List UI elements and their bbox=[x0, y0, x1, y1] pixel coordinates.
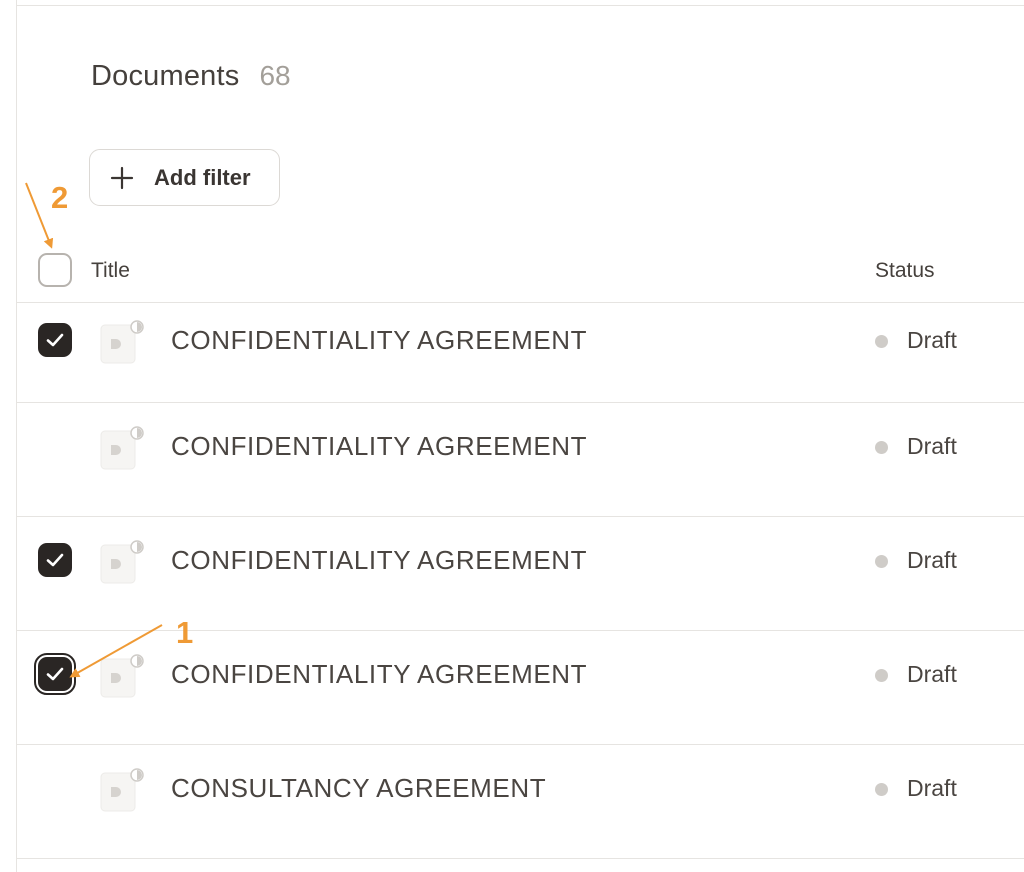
document-title[interactable]: CONFIDENTIALITY AGREEMENT bbox=[171, 545, 587, 576]
annotation-arrow-2 bbox=[25, 182, 54, 249]
annotation-marker-2: 2 bbox=[51, 180, 69, 215]
select-all-checkbox[interactable] bbox=[38, 253, 72, 287]
document-icon bbox=[97, 539, 145, 587]
status-badge: Draft bbox=[907, 661, 957, 687]
annotation-marker-1: 1 bbox=[176, 615, 194, 650]
column-header-status[interactable]: Status bbox=[875, 259, 935, 283]
status-dot bbox=[875, 555, 888, 568]
row-checkbox[interactable] bbox=[34, 653, 76, 695]
table-row[interactable]: CONFIDENTIALITY AGREEMENT Draft bbox=[17, 303, 1024, 403]
row-checkbox[interactable] bbox=[38, 543, 72, 577]
check-icon bbox=[46, 553, 64, 567]
status-dot bbox=[875, 669, 888, 682]
add-filter-button[interactable]: Add filter bbox=[89, 149, 280, 206]
document-title[interactable]: CONSULTANCY AGREEMENT bbox=[171, 773, 546, 804]
table-row[interactable]: CONFIDENTIALITY AGREEMENT Draft bbox=[17, 403, 1024, 517]
status-dot bbox=[875, 441, 888, 454]
table-row[interactable]: CONSULTANCY AGREEMENT Draft bbox=[17, 745, 1024, 859]
status-badge: Draft bbox=[907, 433, 957, 459]
document-title[interactable]: CONFIDENTIALITY AGREEMENT bbox=[171, 325, 587, 356]
document-icon bbox=[97, 425, 145, 473]
document-title[interactable]: CONFIDENTIALITY AGREEMENT bbox=[171, 659, 587, 690]
document-count: 68 bbox=[259, 60, 291, 91]
status-dot bbox=[875, 783, 888, 796]
check-icon bbox=[46, 667, 64, 681]
row-checkbox[interactable] bbox=[38, 323, 72, 357]
status-dot bbox=[875, 335, 888, 348]
status-badge: Draft bbox=[907, 327, 957, 353]
add-filter-label: Add filter bbox=[154, 164, 251, 190]
table-row[interactable]: CONFIDENTIALITY AGREEMENT Draft bbox=[17, 631, 1024, 745]
document-icon bbox=[97, 767, 145, 815]
status-badge: Draft bbox=[907, 547, 957, 573]
status-badge: Draft bbox=[907, 775, 957, 801]
check-icon bbox=[46, 333, 64, 347]
row-checkbox[interactable] bbox=[38, 771, 72, 805]
document-title[interactable]: CONFIDENTIALITY AGREEMENT bbox=[171, 431, 587, 462]
plus-icon bbox=[110, 166, 134, 189]
page-header: Documents 68 bbox=[91, 60, 291, 100]
document-icon bbox=[97, 319, 145, 367]
table-row[interactable]: CONFIDENTIALITY AGREEMENT Draft bbox=[17, 517, 1024, 631]
document-icon bbox=[97, 653, 145, 701]
column-header-title[interactable]: Title bbox=[91, 259, 130, 283]
top-divider bbox=[16, 5, 1024, 6]
table-header: Title Status bbox=[17, 240, 1024, 303]
documents-view: Documents 68 Add filter Title Status CON… bbox=[0, 0, 1024, 872]
page-title: Documents bbox=[91, 60, 240, 92]
row-checkbox[interactable] bbox=[38, 429, 72, 463]
